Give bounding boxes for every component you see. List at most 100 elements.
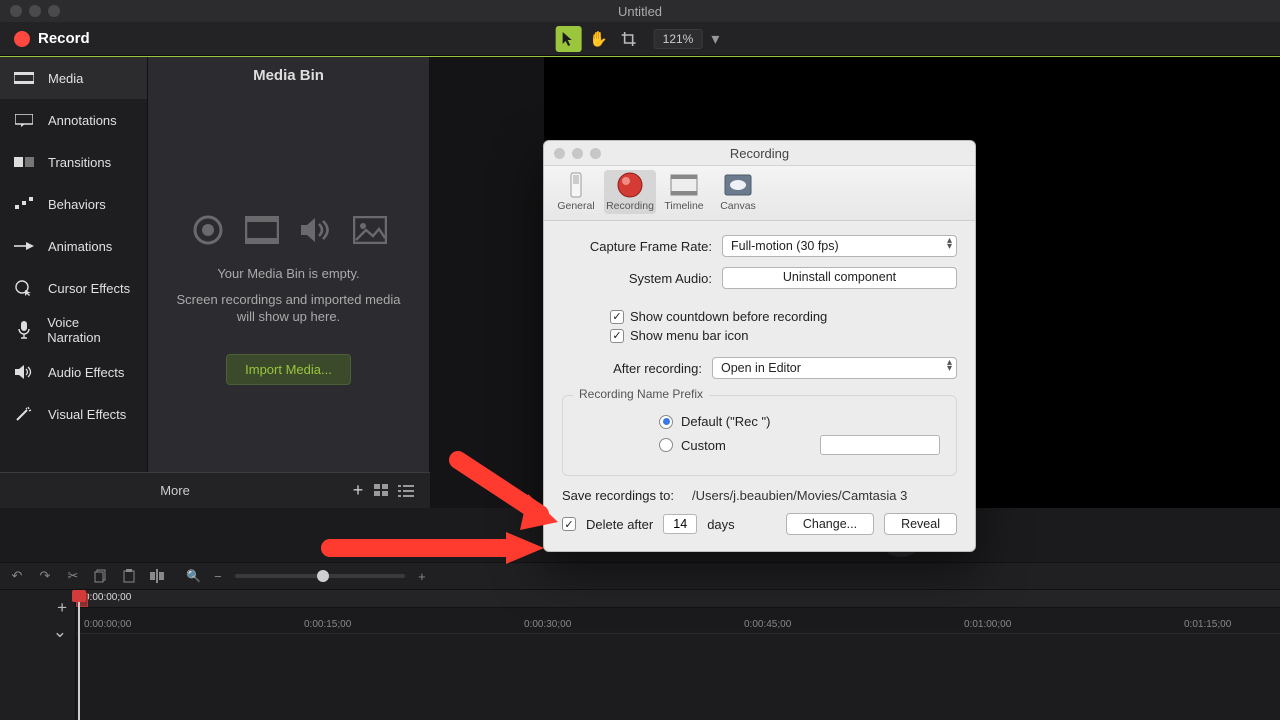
delete-checkbox[interactable] xyxy=(562,517,576,531)
canvas-icon xyxy=(723,172,753,198)
reveal-button[interactable]: Reveal xyxy=(884,513,957,535)
sidebar-item-annotations[interactable]: Annotations xyxy=(0,99,147,141)
delete-days-input[interactable] xyxy=(663,514,697,534)
after-recording-label: After recording: xyxy=(562,361,712,376)
pointer-tool-icon[interactable] xyxy=(556,26,582,52)
zoom-slider[interactable] xyxy=(235,574,405,578)
sidebar-label: Animations xyxy=(48,239,112,254)
days-label: days xyxy=(707,517,734,532)
sidebar-item-cursor[interactable]: Cursor Effects xyxy=(0,267,147,309)
copy-icon[interactable] xyxy=(92,567,110,585)
image-icon xyxy=(352,215,388,245)
menubar-checkbox-row[interactable]: Show menu bar icon xyxy=(610,328,957,343)
ruler-start: 0:00:00;00 xyxy=(84,619,131,630)
save-path-value: /Users/j.beaubien/Movies/Camtasia 3 xyxy=(692,488,907,503)
after-recording-value: Open in Editor xyxy=(721,361,801,375)
switch-icon xyxy=(561,172,591,198)
annotations-icon xyxy=(14,113,34,127)
list-view-icon[interactable] xyxy=(396,482,416,500)
empty-line2: Screen recordings and imported media wil… xyxy=(176,291,401,326)
system-audio-label: System Audio: xyxy=(562,271,722,286)
radio-icon[interactable] xyxy=(659,415,673,429)
sidebar-item-transitions[interactable]: Transitions xyxy=(0,141,147,183)
playhead-handle-icon[interactable] xyxy=(72,590,86,602)
prefix-legend: Recording Name Prefix xyxy=(573,387,709,401)
filmstrip-icon xyxy=(244,215,280,245)
sidebar-label: Behaviors xyxy=(48,197,106,212)
media-bin-empty-state: Your Media Bin is empty. Screen recordin… xyxy=(148,92,429,508)
behaviors-icon xyxy=(14,197,34,211)
cut-icon[interactable]: ✂ xyxy=(64,567,82,585)
import-media-button[interactable]: Import Media... xyxy=(226,354,351,385)
sidebar-item-audio[interactable]: Audio Effects xyxy=(0,351,147,393)
default-radio-label: Default ("Rec ") xyxy=(681,414,770,429)
custom-prefix-input[interactable] xyxy=(820,435,940,455)
paste-icon[interactable] xyxy=(120,567,138,585)
sidebar-item-media[interactable]: Media xyxy=(0,57,147,99)
hand-tool-icon[interactable]: ✋ xyxy=(586,26,612,52)
sidebar-item-animations[interactable]: Animations xyxy=(0,225,147,267)
record-label: Record xyxy=(38,30,90,47)
timeline-tracks[interactable] xyxy=(76,634,1280,720)
add-button[interactable]: + xyxy=(344,480,372,501)
prefix-fieldset: Recording Name Prefix Default ("Rec ") C… xyxy=(562,395,957,476)
redo-icon[interactable]: ↷ xyxy=(36,567,54,585)
audio-icon xyxy=(298,215,334,245)
record-button[interactable]: Record xyxy=(14,30,90,47)
tab-canvas[interactable]: Canvas xyxy=(712,170,764,214)
record-icon xyxy=(615,172,645,198)
sidebar-label: Audio Effects xyxy=(48,365,124,380)
custom-prefix-radio-row[interactable]: Custom xyxy=(659,435,940,455)
timeline-gutter: + ⌄ xyxy=(0,590,76,720)
sidebar-item-behaviors[interactable]: Behaviors xyxy=(0,183,147,225)
timeline: + ⌄ 0:00:00;00 0:00:00;00 0:00:15;00 0:0… xyxy=(0,590,1280,720)
uninstall-component-button[interactable]: Uninstall component xyxy=(722,267,957,289)
capture-rate-popup[interactable]: Full-motion (30 fps) ▴▾ xyxy=(722,235,957,257)
sidebar-item-visual[interactable]: Visual Effects xyxy=(0,393,147,435)
timeline-ruler[interactable]: 0:00:00;00 0:00:15;00 0:00:30;00 0:00:45… xyxy=(76,616,1280,634)
undo-icon[interactable]: ↶ xyxy=(8,567,26,585)
preferences-dialog: Recording General Recording Timeline Can… xyxy=(543,140,976,552)
zoom-dropdown-caret[interactable]: ▾ xyxy=(706,29,724,49)
ruler-tick: 0:01:00;00 xyxy=(964,619,1011,630)
checkbox-icon[interactable] xyxy=(610,310,624,324)
crop-tool-icon[interactable] xyxy=(616,26,642,52)
playhead[interactable] xyxy=(78,590,80,720)
track-options-button[interactable]: ⌄ xyxy=(0,620,75,644)
zoom-out-icon[interactable]: − xyxy=(209,567,227,585)
capture-rate-label: Capture Frame Rate: xyxy=(562,239,722,254)
tab-general[interactable]: General xyxy=(550,170,602,214)
sidebar-item-voice[interactable]: Voice Narration xyxy=(0,309,147,351)
bin-footer: More + xyxy=(0,472,430,508)
countdown-checkbox-row[interactable]: Show countdown before recording xyxy=(610,309,957,324)
change-button[interactable]: Change... xyxy=(786,513,874,535)
record-dot-icon xyxy=(14,31,30,47)
zoom-in-icon[interactable]: + xyxy=(413,567,431,585)
ruler-tick: 0:00:30;00 xyxy=(524,619,571,630)
zoom-slider-knob[interactable] xyxy=(317,570,329,582)
checkbox-icon[interactable] xyxy=(610,329,624,343)
more-button[interactable]: More xyxy=(6,483,344,498)
sidebar-label: Cursor Effects xyxy=(48,281,130,296)
add-track-button[interactable]: + xyxy=(0,596,75,620)
dialog-tabs: General Recording Timeline Canvas xyxy=(544,165,975,221)
dialog-titlebar: Recording xyxy=(544,141,975,165)
split-icon[interactable] xyxy=(148,567,166,585)
tab-timeline[interactable]: Timeline xyxy=(658,170,710,214)
save-path-row: Save recordings to: /Users/j.beaubien/Mo… xyxy=(562,488,957,503)
default-prefix-radio-row[interactable]: Default ("Rec ") xyxy=(659,414,940,429)
chevron-updown-icon: ▴▾ xyxy=(947,360,952,372)
grid-view-icon[interactable] xyxy=(372,482,392,500)
zoom-display[interactable]: 121% xyxy=(654,29,703,49)
radio-icon[interactable] xyxy=(659,438,673,452)
timeline-header: 0:00:00;00 xyxy=(76,590,1280,608)
after-recording-popup[interactable]: Open in Editor ▴▾ xyxy=(712,357,957,379)
microphone-icon xyxy=(14,323,33,337)
record-outline-icon xyxy=(190,215,226,245)
animations-icon xyxy=(14,239,34,253)
canvas-tools: ✋ 121% ▾ xyxy=(556,26,725,52)
tab-label: Canvas xyxy=(720,200,756,212)
speaker-icon xyxy=(14,365,34,379)
countdown-label: Show countdown before recording xyxy=(630,309,827,324)
tab-recording[interactable]: Recording xyxy=(604,170,656,214)
